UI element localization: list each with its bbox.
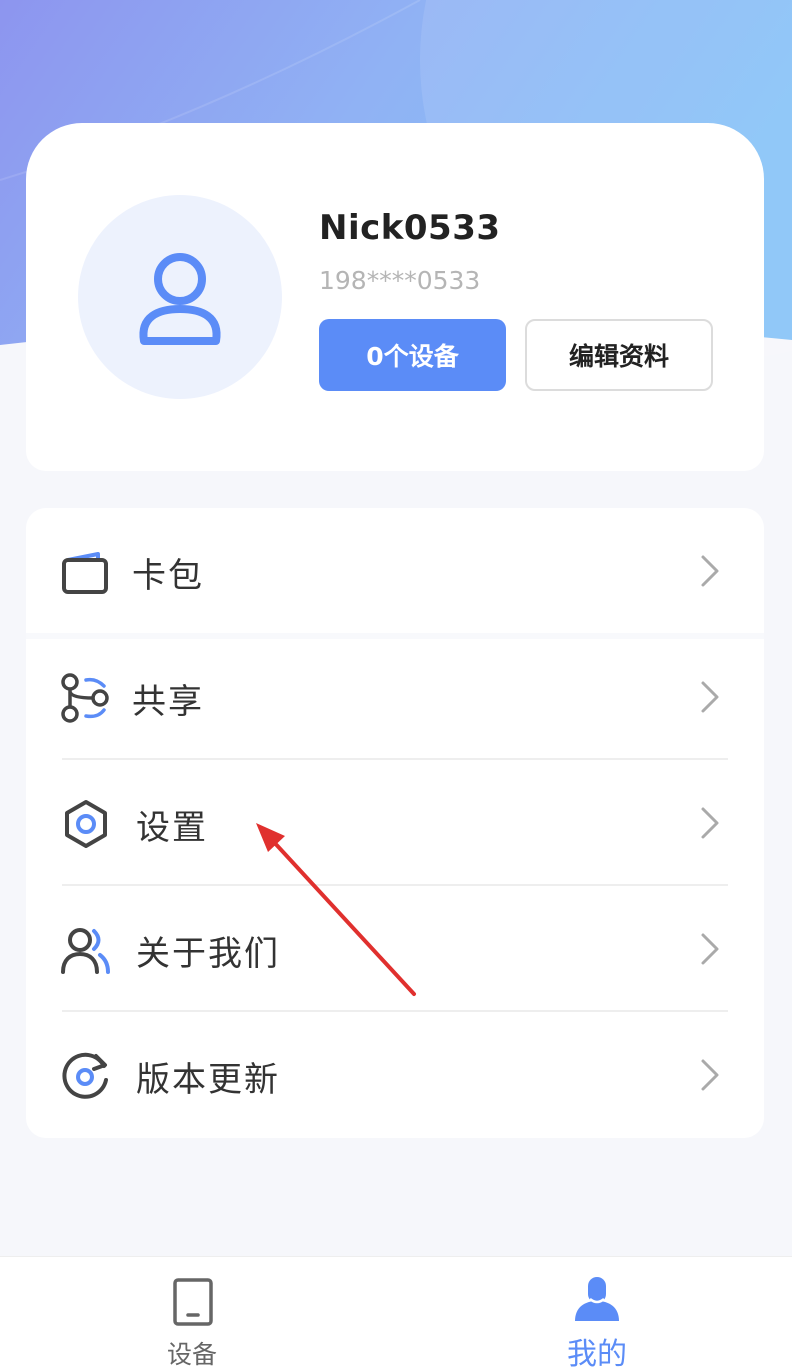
profile-card: Nick0533 198****0533 0个设备 编辑资料 bbox=[26, 123, 764, 471]
user-avatar-icon bbox=[139, 253, 221, 345]
app-screen: Nick0533 198****0533 0个设备 编辑资料 卡包 共享 设置 … bbox=[0, 0, 792, 1372]
menu-item-wallet[interactable]: 卡包 bbox=[26, 508, 764, 634]
bottom-tab-bar: 设备 我的 bbox=[0, 1256, 792, 1372]
wallet-icon bbox=[62, 552, 108, 594]
tab-label: 设备 bbox=[166, 1340, 217, 1369]
tab-label: 我的 bbox=[567, 1337, 627, 1372]
users-icon bbox=[61, 928, 110, 974]
hexagon-settings-icon bbox=[65, 800, 107, 848]
tablet-icon bbox=[173, 1278, 213, 1326]
chevron-right-icon bbox=[701, 807, 719, 839]
menu-card: 卡包 共享 设置 关于我们 版本更新 bbox=[26, 508, 764, 1138]
menu-item-settings[interactable]: 设置 bbox=[26, 760, 764, 886]
devices-count-button[interactable]: 0个设备 bbox=[319, 319, 506, 391]
chevron-right-icon bbox=[701, 933, 719, 965]
menu-item-label: 卡包 bbox=[132, 556, 204, 596]
refresh-icon bbox=[62, 1052, 108, 1099]
menu-item-label: 设置 bbox=[136, 808, 208, 848]
avatar[interactable] bbox=[78, 195, 282, 399]
menu-item-version-update[interactable]: 版本更新 bbox=[26, 1012, 764, 1138]
share-icon bbox=[61, 673, 109, 723]
edit-profile-button[interactable]: 编辑资料 bbox=[525, 319, 713, 391]
chevron-right-icon bbox=[701, 681, 719, 713]
phone-number: 198****0533 bbox=[319, 266, 481, 295]
menu-item-label: 关于我们 bbox=[136, 934, 280, 974]
menu-item-label: 版本更新 bbox=[136, 1060, 280, 1100]
tab-mine[interactable]: 我的 bbox=[497, 1257, 697, 1372]
tab-devices[interactable]: 设备 bbox=[92, 1257, 292, 1372]
menu-item-label: 共享 bbox=[132, 682, 204, 722]
menu-item-share[interactable]: 共享 bbox=[26, 634, 764, 760]
menu-item-about-us[interactable]: 关于我们 bbox=[26, 886, 764, 1012]
person-icon bbox=[575, 1277, 619, 1321]
chevron-right-icon bbox=[701, 555, 719, 587]
username: Nick0533 bbox=[319, 208, 501, 248]
chevron-right-icon bbox=[701, 1059, 719, 1091]
